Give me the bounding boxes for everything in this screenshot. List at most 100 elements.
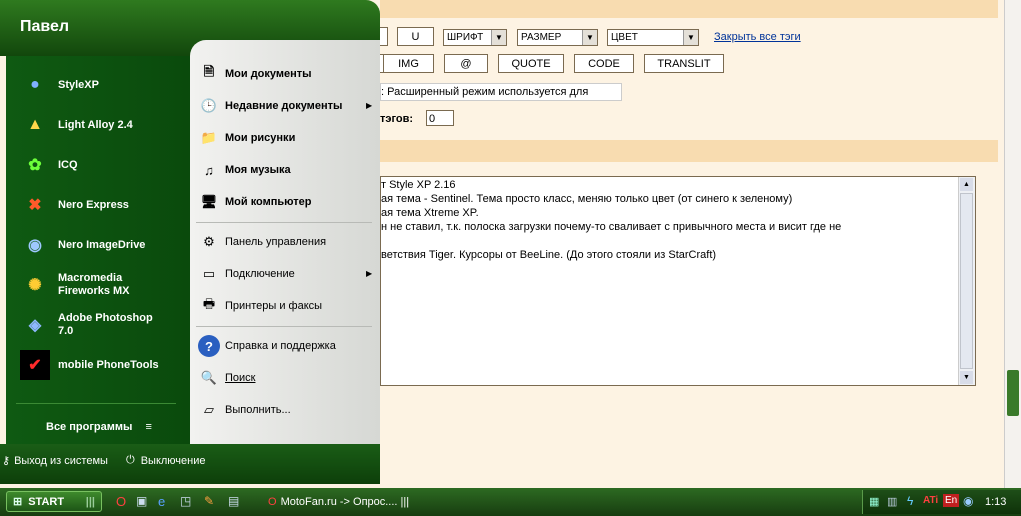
explorer-icon[interactable]: ◳ [180,494,191,508]
place-printers[interactable]: 🖶 Принтеры и факсы [198,295,322,317]
system-tray: ▦ ▥ ϟ ATi En ◉ 1:13 [862,490,1021,514]
language-indicator[interactable]: En [943,494,960,507]
close-all-tags-link[interactable]: Закрыть все тэги [714,31,801,43]
program-label: StyleXP [58,79,99,91]
text-line: н не ставил, т.к. полоска загрузки почем… [381,221,842,233]
fireworks-icon: ✺ [28,277,42,294]
place-label: Моя музыка [225,164,291,176]
program-stylexp[interactable]: ● StyleXP [20,70,99,100]
textarea-scrollbar[interactable]: ▲ ▼ [958,177,975,385]
size-select[interactable]: РАЗМЕР ▼ [517,29,598,46]
pictures-folder-icon: 📁 [200,130,218,145]
place-recent-documents[interactable]: 🕒 Недавние документы [198,95,342,117]
underline-button[interactable]: U [397,27,434,46]
place-my-music[interactable]: ♫ Моя музыка [198,159,291,181]
place-my-documents[interactable]: 🗎 Мои документы [198,63,312,85]
all-programs-button[interactable]: Все программы ≡ [46,421,152,433]
place-label: Подключение [225,268,295,280]
menu-arrow-icon: ≡ [145,421,152,433]
program-fireworks[interactable]: ✺ Macromedia Fireworks MX [20,270,129,300]
text-line: ветствия Tiger. Курсоры от BeeLine. (До … [381,249,717,261]
run-icon: ▱ [204,402,214,417]
program-icq[interactable]: ✿ ICQ [20,150,77,180]
control-panel-icon: ⚙ [203,234,215,249]
program-nero-imagedrive[interactable]: ◉ Nero ImageDrive [20,230,145,260]
shutdown-label: Выключение [140,454,206,467]
network-icon: ▭ [202,266,216,281]
place-run[interactable]: ▱ Выполнить... [198,399,291,421]
tags-count-field[interactable]: 0 [426,110,454,126]
place-label: Принтеры и факсы [225,300,323,312]
program-light-alloy[interactable]: ▲ Light Alloy 2.4 [20,110,133,140]
printer-icon: 🖶 [202,296,216,311]
code-button[interactable]: CODE [574,54,634,73]
task-button-motofan[interactable]: O MotoFan.ru -> Опрос.... ||| [268,492,418,512]
photoshop-icon: ◈ [28,317,42,334]
scroll-thumb[interactable] [960,193,973,369]
place-label: Мои рисунки [225,132,296,144]
grip-icon: ||| [85,495,95,508]
verizon-icon: ✔ [20,350,50,380]
program-label: Light Alloy 2.4 [58,119,133,131]
help-icon: ? [198,335,220,357]
place-help[interactable]: ? Справка и поддержка [198,335,336,357]
scroll-down-icon[interactable]: ▼ [960,371,973,384]
at-button[interactable]: @ [444,54,488,73]
disc-icon: ◉ [28,237,42,254]
task-label: MotoFan.ru -> Опрос.... ||| [280,496,410,508]
ie-icon[interactable]: e [158,494,165,509]
place-label: Недавние документы [225,100,343,112]
place-label: Поиск [225,372,256,384]
logoff-label: Выход из системы [14,454,108,467]
scroll-up-icon[interactable]: ▲ [960,178,973,191]
windows-logo-icon: ⊞ [13,496,23,508]
translit-button[interactable]: TRANSLIT [644,54,724,73]
partial-button[interactable] [380,27,388,46]
start-button[interactable]: ⊞ START ||| [6,491,102,512]
place-label: Мой компьютер [225,196,312,208]
place-label: Выполнить... [225,404,291,416]
triangle-icon: ▲ [27,116,43,133]
program-label: mobile PhoneTools [58,359,159,371]
place-my-pictures[interactable]: 📁 Мои рисунки [198,127,295,149]
app-icon[interactable]: ▤ [228,494,239,508]
tray-signal-icon[interactable]: ◉ [963,494,973,508]
program-nero-express[interactable]: ✖ Nero Express [20,190,129,220]
hint-field: : Расширенный режим используется для [380,83,622,101]
message-textarea[interactable]: т Style XP 2.16 ая тема - Sentinel. Тема… [380,176,976,386]
img-button[interactable]: IMG [383,54,434,73]
ati-icon[interactable]: ATi [923,495,938,506]
key-icon: ⚷ [2,455,11,467]
place-label: Справка и поддержка [225,340,336,352]
start-label: START [28,495,65,508]
all-programs-label: Все программы [46,421,133,433]
font-select[interactable]: ШРИФТ ▼ [443,29,507,46]
quote-button[interactable]: QUOTE [498,54,564,73]
tray-app-icon[interactable]: ▦ [869,495,879,508]
place-search[interactable]: 🔍 Поиск [198,367,256,389]
program-phonetools[interactable]: ✔ mobile PhoneTools [20,350,159,380]
program-label: Nero Express [58,199,129,211]
tray-bolt-icon[interactable]: ϟ [907,494,913,508]
text-line: ая тема - Sentinel. Тема просто класс, м… [381,193,793,205]
tray-network-icon[interactable]: ▥ [887,495,897,508]
logoff-button[interactable]: ⚷ Выход из системы [2,454,108,468]
program-photoshop[interactable]: ◈ Adobe Photoshop 7.0 [20,310,153,340]
program-label: Nero ImageDrive [58,239,146,251]
place-connect[interactable]: ▭ Подключение [198,263,295,285]
submenu-arrow-icon: ▶ [366,269,373,278]
place-my-computer[interactable]: 🖥 Мой компьютер [198,191,312,213]
shutdown-button[interactable]: ⏻ Выключение [126,454,206,467]
page-scroll-thumb[interactable] [1007,370,1019,416]
tool-icon[interactable]: ✎ [204,494,214,508]
place-control-panel[interactable]: ⚙ Панель управления [198,231,326,253]
chevron-down-icon: ▼ [683,30,698,45]
chevron-down-icon: ▼ [491,30,506,45]
chevron-down-icon: ▼ [582,30,597,45]
separator [16,403,176,404]
page-scrollbar[interactable] [1004,0,1021,488]
recent-docs-icon: 🕒 [200,98,218,113]
opera-icon[interactable]: O [116,494,126,509]
color-select[interactable]: ЦВЕТ ▼ [607,29,699,46]
desktop-icon[interactable]: ▣ [136,494,147,508]
